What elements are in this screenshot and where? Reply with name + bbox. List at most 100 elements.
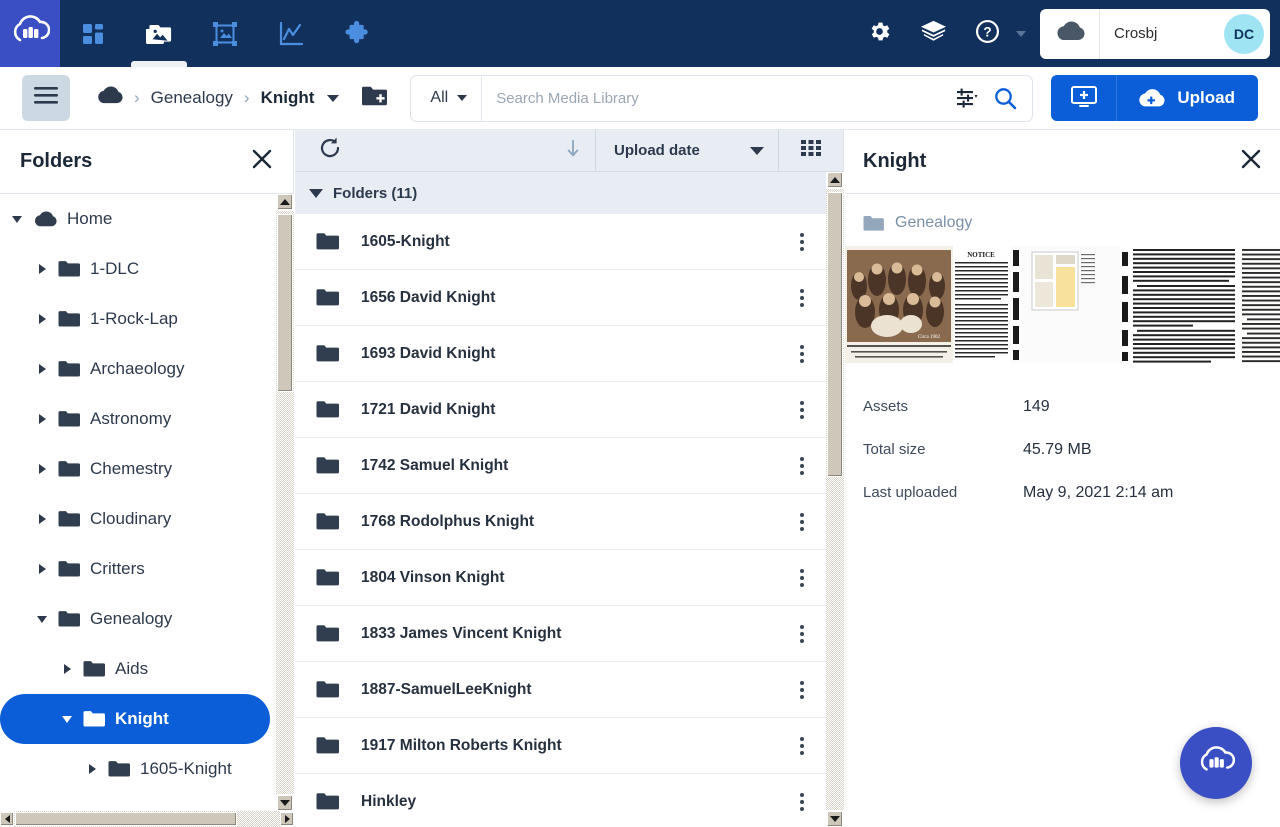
file-list-vertical-scrollbar[interactable] — [826, 172, 844, 827]
scroll-left-button[interactable] — [0, 812, 14, 826]
caret-down-icon[interactable] — [35, 615, 49, 623]
table-row[interactable]: 1833 James Vincent Knight — [295, 606, 826, 662]
table-row[interactable]: 1804 Vinson Knight — [295, 550, 826, 606]
refresh-button[interactable] — [295, 130, 365, 171]
nav-tab-transformations[interactable] — [192, 0, 258, 67]
sort-by-dropdown[interactable]: Upload date — [596, 130, 779, 171]
file-list-toolbar: Upload date — [295, 130, 843, 172]
table-row[interactable]: 1768 Rodolphus Knight — [295, 494, 826, 550]
table-row[interactable]: 1656 David Knight — [295, 270, 826, 326]
nav-tab-addons[interactable] — [324, 0, 390, 67]
search-input[interactable] — [482, 89, 957, 107]
folder-tree-item-critters[interactable]: Critters — [0, 544, 270, 594]
caret-down-icon[interactable] — [60, 715, 74, 723]
academy-button[interactable] — [906, 0, 960, 67]
thumbnail-document-scan-thumbnail[interactable] — [1010, 246, 1130, 363]
folder-tree-item-1-dlc[interactable]: 1-DLC — [0, 244, 270, 294]
kebab-menu-icon[interactable] — [800, 400, 804, 419]
avatar[interactable]: DC — [1224, 13, 1264, 54]
thumbnail-obituary-newspaper-clipping[interactable] — [1238, 246, 1280, 363]
folder-tree-item-cloudinary[interactable]: Cloudinary — [0, 494, 270, 544]
close-folders-panel-button[interactable] — [251, 148, 273, 175]
table-row[interactable]: 1742 Samuel Knight — [295, 438, 826, 494]
caret-right-icon[interactable] — [35, 314, 49, 324]
caret-down-icon[interactable] — [10, 215, 24, 223]
kebab-menu-icon[interactable] — [800, 344, 804, 363]
folders-group-header[interactable]: Folders (11) — [295, 172, 843, 214]
close-details-panel-button[interactable] — [1240, 148, 1262, 175]
folder-tree-vertical-scrollbar[interactable] — [276, 194, 294, 811]
scrollbar-thumb[interactable] — [827, 192, 843, 477]
scrollbar-thumb[interactable] — [15, 812, 237, 826]
kebab-menu-icon[interactable] — [800, 288, 804, 307]
search-actions — [956, 86, 1032, 111]
folder-tree-item-genealogy[interactable]: Genealogy — [0, 594, 270, 644]
thumbnail-newspaper-column-clipping[interactable] — [1130, 246, 1238, 363]
kebab-menu-icon[interactable] — [800, 792, 804, 811]
toggle-folders-panel-button[interactable] — [22, 75, 70, 121]
folder-tree-item-home[interactable]: Home — [0, 194, 270, 244]
nav-tab-dashboard[interactable] — [60, 0, 126, 67]
cloudinary-logo-button[interactable] — [0, 0, 60, 67]
caret-right-icon[interactable] — [85, 764, 99, 774]
kebab-menu-icon[interactable] — [800, 680, 804, 699]
folder-tree-item-1-rock-lap[interactable]: 1-Rock-Lap — [0, 294, 270, 344]
caret-right-icon[interactable] — [35, 364, 49, 374]
scroll-down-button[interactable] — [827, 811, 843, 827]
nav-tab-media-library[interactable] — [126, 0, 192, 67]
settings-button[interactable] — [852, 0, 906, 67]
caret-right-icon[interactable] — [35, 514, 49, 524]
table-row[interactable]: 1887-SamuelLeeKnight — [295, 662, 826, 718]
folder-tree-item-1605-knight[interactable]: 1605-Knight — [0, 744, 270, 794]
kebab-menu-icon[interactable] — [800, 456, 804, 475]
folder-tree-horizontal-scrollbar[interactable] — [0, 811, 294, 827]
caret-down-icon — [457, 95, 468, 101]
breadcrumb-home-icon[interactable] — [96, 86, 123, 110]
caret-right-icon[interactable] — [35, 464, 49, 474]
scroll-down-button[interactable] — [277, 795, 293, 811]
help-button[interactable]: ? — [960, 0, 1014, 67]
scroll-up-button[interactable] — [277, 194, 293, 210]
help-menu[interactable]: ? — [960, 0, 1034, 67]
scroll-right-button[interactable] — [280, 812, 294, 826]
table-row[interactable]: Hinkley — [295, 774, 826, 827]
kebab-menu-icon[interactable] — [800, 232, 804, 251]
table-row[interactable]: 1917 Milton Roberts Knight — [295, 718, 826, 774]
breadcrumb-item-genealogy[interactable]: Genealogy — [151, 88, 233, 108]
account-cloud-button[interactable] — [1040, 8, 1100, 59]
magnifier-icon[interactable] — [993, 86, 1018, 111]
upload-button[interactable]: Upload — [1117, 75, 1258, 121]
upload-from-screen-button[interactable] — [1051, 75, 1118, 121]
caret-right-icon[interactable] — [35, 564, 49, 574]
folder-tree-item-astronomy[interactable]: Astronomy — [0, 394, 270, 444]
scroll-up-button[interactable] — [827, 172, 843, 188]
sliders-filter-icon[interactable] — [956, 88, 980, 108]
new-folder-button[interactable] — [361, 84, 389, 112]
table-row[interactable]: 1721 David Knight — [295, 382, 826, 438]
table-row[interactable]: 1693 David Knight — [295, 326, 826, 382]
folder-tree-item-aids[interactable]: Aids — [0, 644, 270, 694]
view-mode-button[interactable] — [779, 130, 843, 171]
folder-tree-item-chemestry[interactable]: Chemestry — [0, 444, 270, 494]
caret-right-icon[interactable] — [35, 414, 49, 424]
parent-folder-link[interactable]: Genealogy — [845, 194, 1280, 246]
kebab-menu-icon[interactable] — [800, 568, 804, 587]
sort-direction-button[interactable] — [551, 130, 596, 171]
caret-right-icon[interactable] — [35, 264, 49, 274]
folder-tree-item-archaeology[interactable]: Archaeology — [0, 344, 270, 394]
thumbnail-legal-notice-newspaper-clipping[interactable]: NOTICE — [953, 246, 1010, 363]
kebab-menu-icon[interactable] — [800, 624, 804, 643]
folder-tree-item-knight[interactable]: Knight — [0, 694, 270, 744]
cloudinary-assistant-button[interactable] — [1180, 727, 1252, 799]
caret-right-icon[interactable] — [60, 664, 74, 674]
account-selector[interactable]: Crosbj DC — [1040, 8, 1270, 59]
chevron-down-icon[interactable] — [327, 94, 340, 102]
thumbnail-family-portrait-photo[interactable]: Circa 1902 — [845, 246, 953, 363]
nav-tab-analytics[interactable] — [258, 0, 324, 67]
search-scope-dropdown[interactable]: All — [411, 75, 483, 121]
kebab-menu-icon[interactable] — [800, 736, 804, 755]
table-row[interactable]: 1605-Knight — [295, 214, 826, 270]
scrollbar-thumb[interactable] — [277, 214, 293, 392]
breadcrumb-item-knight[interactable]: Knight — [261, 88, 315, 108]
kebab-menu-icon[interactable] — [800, 512, 804, 531]
